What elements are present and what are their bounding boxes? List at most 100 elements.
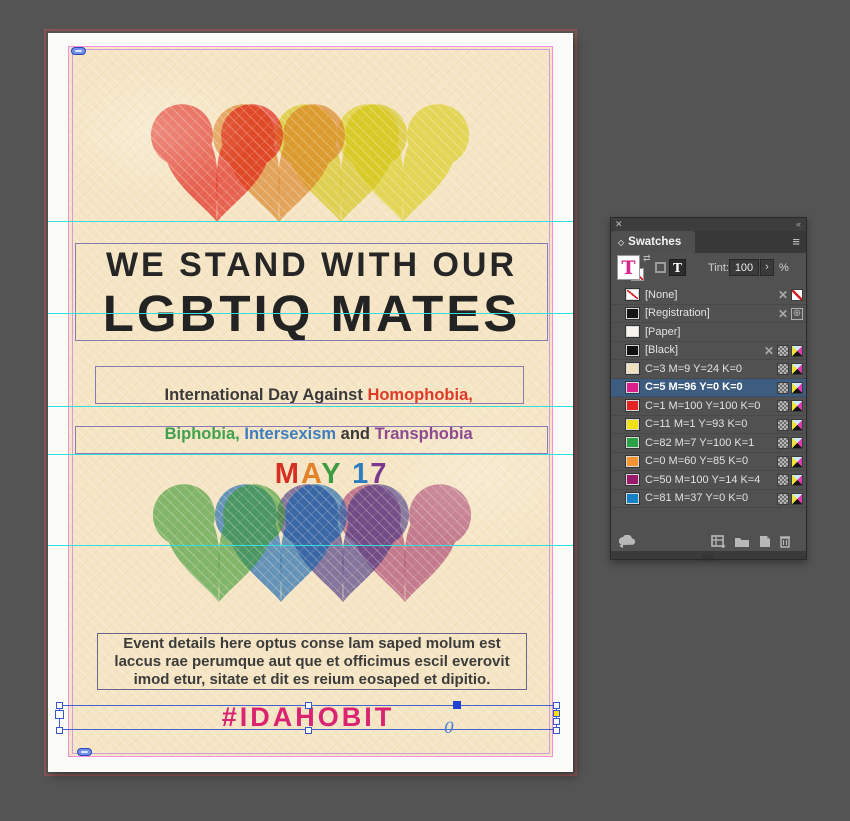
story-thread-glyph: 0 [444, 718, 454, 737]
swatch-name: C=5 M=96 Y=0 K=0 [645, 381, 743, 393]
ruler-guide-3[interactable] [48, 406, 573, 407]
panel-title: Swatches [628, 236, 681, 248]
non-editable-icon: ✕ [763, 345, 775, 357]
swatch-name: C=1 M=100 Y=100 K=0 [645, 400, 760, 412]
swap-fill-stroke-icon[interactable]: ⇄ [643, 253, 651, 264]
close-icon[interactable]: ✕ [615, 218, 623, 231]
text-formatting-button[interactable]: T [669, 259, 686, 276]
swatch-chip [626, 437, 639, 448]
swatch-name: C=81 M=37 Y=0 K=0 [645, 492, 748, 504]
swatch-chip [626, 363, 639, 374]
cmyk-mode-icon [791, 345, 803, 357]
registration-icon: ⊕ [791, 308, 803, 320]
spot-grid-icon [777, 419, 789, 431]
panel-resize-handle[interactable]: ||||| [611, 551, 806, 559]
tint-percent-sign: % [779, 262, 789, 274]
ruler-guide-2[interactable] [48, 313, 573, 314]
date-letter: A [301, 458, 321, 490]
new-swatch-icon[interactable] [757, 535, 771, 548]
swatch-row-magenta-selected[interactable]: C=5 M=96 Y=0 K=0 [611, 379, 806, 398]
date-letter: M [275, 458, 301, 490]
swatch-row-blue[interactable]: C=81 M=37 Y=0 K=0 [611, 490, 806, 509]
link-badge-bottom[interactable] [77, 748, 92, 756]
none-swatch-icon [791, 289, 803, 301]
new-color-group-folder-icon[interactable] [734, 535, 750, 548]
link-badge-top[interactable] [71, 47, 86, 55]
tab-swatches[interactable]: ◇ Swatches [611, 231, 695, 253]
spot-grid-icon [777, 345, 789, 357]
selection-handle-top-left[interactable] [56, 702, 63, 709]
ruler-guide-4[interactable] [48, 454, 573, 455]
swatch-row-registration[interactable]: [Registration] ✕⊕ [611, 305, 806, 324]
selection-reference-point[interactable] [453, 701, 461, 709]
cmyk-mode-icon [791, 437, 803, 449]
tint-value-input[interactable]: 100 [729, 259, 759, 276]
swatch-row-cream[interactable]: C=3 M=9 Y=24 K=0 [611, 360, 806, 379]
swatch-chip-none [626, 289, 639, 300]
container-formatting-button[interactable] [655, 262, 666, 273]
swatch-row-black[interactable]: [Black] ✕ [611, 342, 806, 361]
swatch-row-none[interactable]: [None] ✕ [611, 286, 806, 305]
ruler-guide-5[interactable] [48, 545, 573, 546]
text-in-port[interactable] [55, 710, 64, 719]
tint-dropdown-chevron-icon[interactable]: › [760, 259, 774, 276]
selection-handle-top-mid[interactable] [305, 702, 312, 709]
swatch-chip [626, 493, 639, 504]
swatch-list: [None] ✕ [Registration] ✕⊕ [Paper] [Blac… [611, 286, 806, 508]
swatch-row-red[interactable]: C=1 M=100 Y=100 K=0 [611, 397, 806, 416]
swatch-chip [626, 419, 639, 430]
swatch-chip [626, 456, 639, 467]
swatch-name: [Paper] [645, 326, 680, 338]
tab-bullet-icon: ◇ [618, 238, 624, 247]
swatch-name: C=0 M=60 Y=85 K=0 [645, 455, 748, 467]
date-letter: 1 [352, 458, 370, 490]
selection-handle-bottom-mid[interactable] [305, 727, 312, 734]
swatch-name: C=82 M=7 Y=100 K=1 [645, 437, 754, 449]
cc-libraries-cloud-icon[interactable] [618, 535, 636, 548]
selection-handle-top-right[interactable] [553, 702, 560, 709]
collapse-panel-icon[interactable]: « [796, 218, 801, 231]
swatch-row-yellow[interactable]: C=11 M=1 Y=93 K=0 [611, 416, 806, 435]
non-editable-icon: ✕ [777, 289, 789, 301]
spot-grid-icon [777, 363, 789, 375]
ruler-guide-1[interactable] [48, 221, 573, 222]
swatch-chip [626, 400, 639, 411]
subtitle-run-homophobia: Homophobia, [367, 386, 472, 404]
swatch-row-green[interactable]: C=82 M=7 Y=100 K=1 [611, 434, 806, 453]
swatch-name: [Registration] [645, 307, 710, 319]
headline-line1[interactable]: WE STAND WITH OUR [75, 246, 548, 285]
application-canvas: WE STAND WITH OUR LGBTIQ MATES Internati… [0, 0, 850, 821]
tint-label: Tint: [708, 262, 729, 274]
selection-handle-bottom-left[interactable] [56, 727, 63, 734]
delete-swatch-trash-icon[interactable] [779, 534, 791, 548]
fill-stroke-proxy-area: T ⇄ T Tint: 100 › % [611, 253, 806, 286]
swatch-chip [626, 308, 639, 319]
fill-proxy-swatch[interactable]: T [617, 255, 640, 280]
date-text[interactable]: MAY 17 [75, 425, 548, 524]
cmyk-mode-icon [791, 363, 803, 375]
panel-bottom-bar [611, 533, 806, 551]
panel-title-bar: ✕ « [611, 218, 806, 231]
swatch-name: C=3 M=9 Y=24 K=0 [645, 363, 742, 375]
swatch-views-icon[interactable] [711, 535, 725, 548]
spot-grid-icon [777, 493, 789, 505]
panel-tab-row: ◇ Swatches ≡ [611, 231, 806, 253]
cmyk-mode-icon [791, 400, 803, 412]
panel-menu-icon[interactable]: ≡ [792, 235, 800, 249]
cmyk-mode-icon [791, 456, 803, 468]
event-details-text-frame[interactable]: Event details here optus conse lam saped… [97, 633, 527, 690]
swatch-name: [None] [645, 289, 677, 301]
corner-options-control[interactable] [553, 710, 560, 717]
cmyk-mode-icon [791, 382, 803, 394]
date-letter: Y [321, 458, 342, 490]
date-letter: 7 [370, 458, 388, 490]
swatch-row-orange[interactable]: C=0 M=60 Y=85 K=0 [611, 453, 806, 472]
cmyk-mode-icon [791, 419, 803, 431]
swatch-row-purple[interactable]: C=50 M=100 Y=14 K=4 [611, 471, 806, 490]
text-out-port[interactable] [553, 718, 560, 725]
swatch-row-paper[interactable]: [Paper] [611, 323, 806, 342]
spot-grid-icon [777, 382, 789, 394]
selection-handle-bottom-right[interactable] [553, 727, 560, 734]
swatches-panel: ✕ « ◇ Swatches ≡ T ⇄ T Tint: 100 › % [Non… [610, 217, 807, 560]
cmyk-mode-icon [791, 493, 803, 505]
